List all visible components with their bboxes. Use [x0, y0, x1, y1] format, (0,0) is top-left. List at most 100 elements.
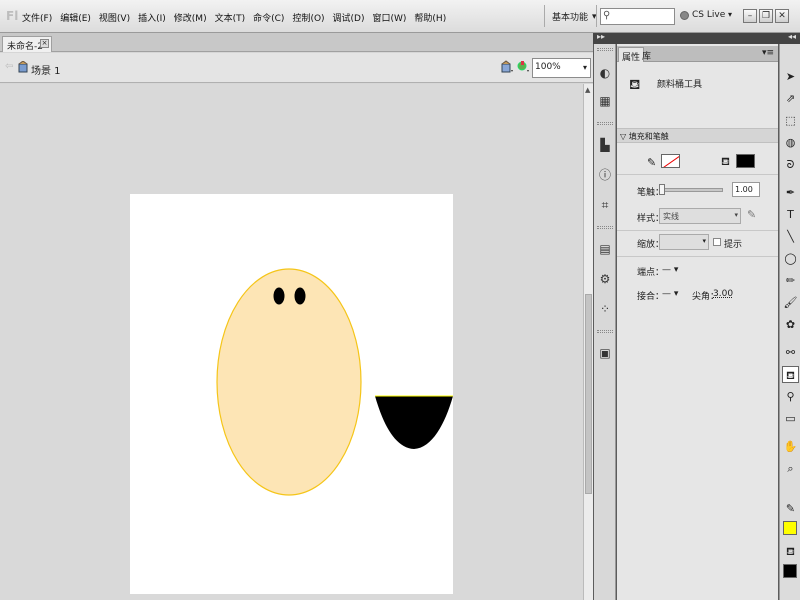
hand-tool-icon[interactable]: ✋	[782, 438, 799, 455]
restore-button[interactable]: ❐	[759, 9, 773, 23]
menu-help[interactable]: 帮助(H)	[414, 11, 446, 24]
fill-color-swatch[interactable]	[736, 154, 755, 168]
right-eye	[294, 287, 306, 305]
stroke-value-input[interactable]: 1.00	[732, 182, 760, 197]
hint-label: 提示	[724, 240, 743, 250]
search-icon: ⚲	[603, 10, 611, 21]
transform-panel-icon[interactable]: ⌗	[598, 198, 612, 212]
menu-insert[interactable]: 插入(I)	[138, 11, 166, 24]
edit-style-icon[interactable]: ✎	[747, 208, 756, 221]
close-button[interactable]: ✕	[775, 9, 789, 23]
document-tab[interactable]: 未命名-2* ×	[2, 36, 52, 52]
chevron-down-icon[interactable]: ▾	[728, 10, 732, 19]
scrollbar-thumb[interactable]	[585, 294, 592, 494]
vertical-scrollbar[interactable]: ▲	[583, 84, 593, 600]
selection-tool-icon[interactable]: ➤	[782, 68, 799, 85]
menu-modify[interactable]: 修改(M)	[174, 11, 207, 24]
lasso-tool-icon[interactable]: ᘐ	[782, 156, 799, 173]
cap-select[interactable]: — ▾	[662, 265, 678, 275]
paint-bucket-icon: ⛾	[629, 77, 641, 93]
hint-checkbox[interactable]	[713, 238, 721, 246]
search-input[interactable]: ⚲	[600, 8, 675, 25]
menu-items: 文件(F) 编辑(E) 视图(V) 插入(I) 修改(M) 文本(T) 命令(C…	[22, 11, 446, 24]
scroll-up-icon[interactable]: ▲	[585, 86, 590, 94]
stroke-color-swatch[interactable]	[661, 154, 680, 168]
bone-tool-icon[interactable]: ⚯	[782, 344, 799, 361]
free-transform-tool-icon[interactable]: ⬚	[782, 112, 799, 129]
workspace-switcher[interactable]: 基本功能 ▾	[552, 10, 597, 24]
edit-scene-icon[interactable]	[516, 60, 530, 74]
scene-label: 场景 1	[31, 66, 61, 77]
subselection-tool-icon[interactable]: ⇗	[782, 90, 799, 107]
workspace-label: 基本功能	[552, 13, 589, 23]
menu-window[interactable]: 窗口(W)	[373, 11, 407, 24]
stage-artwork[interactable]	[0, 84, 583, 600]
dock-grip[interactable]	[597, 226, 613, 229]
menu-file[interactable]: 文件(F)	[22, 11, 52, 24]
menu-view[interactable]: 视图(V)	[99, 11, 130, 24]
style-value: 实线	[663, 212, 679, 221]
oval-tool-icon[interactable]: ◯	[782, 250, 799, 267]
line-tool-icon[interactable]: ╲	[782, 228, 799, 245]
3d-rotation-tool-icon[interactable]: ◍	[782, 134, 799, 151]
scale-select[interactable]: ▾	[659, 234, 709, 250]
tab-library[interactable]: 库	[639, 47, 654, 62]
stroke-color-chip[interactable]	[783, 521, 797, 535]
cs-live-label: CS Live	[692, 10, 726, 20]
cap-label: 端点：	[637, 268, 665, 278]
paint-bucket-tool-icon[interactable]: ⛾	[782, 366, 799, 383]
collapse-icon[interactable]: ◂◂	[788, 32, 796, 41]
code-snippets-icon[interactable]: ▣	[598, 346, 612, 360]
brush-tool-icon[interactable]: 🖌	[782, 294, 799, 311]
history-panel-icon[interactable]: ▤	[598, 242, 612, 256]
zoom-select[interactable]: 100% ▾	[532, 58, 591, 78]
menu-control[interactable]: 控制(O)	[292, 11, 324, 24]
app-logo: Fl	[6, 9, 19, 23]
align-panel-icon[interactable]: ▙	[598, 138, 612, 152]
cs-live-button[interactable]: CS Live	[680, 10, 725, 20]
section-title: 填充和笔触	[628, 132, 669, 141]
edit-symbols-icon[interactable]	[500, 60, 514, 74]
cs-live-icon	[680, 10, 689, 20]
dock-grip[interactable]	[597, 48, 613, 51]
join-select[interactable]: — ▾	[662, 289, 678, 299]
menu-commands[interactable]: 命令(C)	[253, 11, 284, 24]
motion-presets-icon[interactable]: ⁘	[598, 302, 612, 316]
panel-menu-icon[interactable]: ▾≡	[762, 48, 774, 58]
face-oval	[216, 268, 362, 496]
menu-bar: Fl 文件(F) 编辑(E) 视图(V) 插入(I) 修改(M) 文本(T) 命…	[0, 0, 800, 33]
back-arrow-icon[interactable]: ⇦	[5, 61, 13, 72]
deco-tool-icon[interactable]: ✿	[782, 316, 799, 333]
pen-tool-icon[interactable]: ✒	[782, 184, 799, 201]
fill-color-chip[interactable]	[783, 564, 797, 578]
components-panel-icon[interactable]: ⚙	[598, 272, 612, 286]
zoom-value: 100%	[535, 62, 561, 72]
dock-grip[interactable]	[597, 330, 613, 333]
minimize-button[interactable]: –	[743, 9, 757, 23]
swatches-panel-icon[interactable]: ▦	[598, 94, 612, 108]
chevron-down-icon: ▾	[734, 211, 738, 219]
eraser-tool-icon[interactable]: ▭	[782, 410, 799, 427]
pencil-tool-icon[interactable]: ✏	[782, 272, 799, 289]
style-select[interactable]: 实线 ▾	[659, 208, 741, 224]
left-eye	[273, 287, 285, 305]
close-icon[interactable]: ×	[40, 39, 49, 48]
dock-grip[interactable]	[597, 122, 613, 125]
menu-debug[interactable]: 调试(D)	[333, 11, 365, 24]
menu-text[interactable]: 文本(T)	[215, 11, 246, 24]
info-panel-icon[interactable]: ⓘ	[598, 168, 612, 182]
divider	[617, 256, 778, 257]
dock-icon-column: ◐ ▦ ▙ ⓘ ⌗ ▤ ⚙ ⁘ ▣	[594, 44, 616, 600]
slider-thumb[interactable]	[659, 184, 665, 195]
miter-value[interactable]: 3.00	[713, 289, 733, 299]
collapse-icon[interactable]: ▸▸	[597, 32, 605, 41]
stroke-slider[interactable]	[659, 184, 723, 195]
menu-edit[interactable]: 编辑(E)	[60, 11, 91, 24]
zoom-tool-icon[interactable]: ⌕	[782, 460, 799, 477]
fill-stroke-section-header[interactable]: ▽ 填充和笔触	[617, 128, 778, 143]
text-tool-icon[interactable]: T	[782, 206, 799, 223]
eyedropper-tool-icon[interactable]: ⚲	[782, 388, 799, 405]
pasteboard[interactable]	[0, 84, 583, 600]
color-panel-icon[interactable]: ◐	[598, 66, 612, 80]
divider	[617, 230, 778, 231]
